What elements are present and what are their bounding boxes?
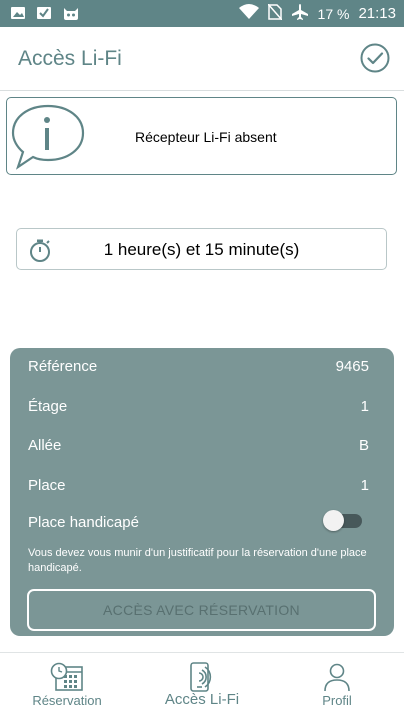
app-notification-icon (36, 5, 52, 26)
duration-box: 1 heure(s) et 15 minute(s) (16, 228, 387, 270)
wifi-icon (238, 4, 259, 23)
handicap-toggle[interactable] (323, 510, 362, 531)
nav-label: Profil (322, 693, 352, 708)
handicap-notice: Vous devez vous munir d'un justificatif … (28, 547, 367, 574)
bottom-navigation: Réservation Accès Li-Fi Profil (0, 652, 404, 715)
nav-label: Réservation (32, 693, 102, 708)
status-bar: 17 % 21:13 (0, 0, 404, 27)
detail-value: 1 (360, 398, 369, 415)
handicap-label: Place handicapé (28, 514, 139, 531)
image-notification-icon (10, 5, 26, 26)
access-with-reservation-button[interactable]: ACCÈS AVEC RÉSERVATION (27, 589, 376, 631)
detail-label: Étage (28, 398, 68, 415)
detail-value: 9465 (335, 358, 369, 375)
nav-item-profile[interactable]: Profil (270, 653, 404, 715)
duration-text: 1 heure(s) et 15 minute(s) (103, 240, 300, 259)
clock: 21:13 (358, 5, 396, 22)
battery-level: 17 % (317, 5, 350, 22)
detail-label: Allée (28, 437, 62, 454)
airplane-mode-icon (291, 4, 309, 23)
detail-label: Place (28, 477, 66, 494)
cat-notification-icon (62, 5, 80, 26)
toggle-knob (323, 510, 344, 531)
detail-value: B (358, 437, 369, 454)
nav-label: Accès Li-Fi (164, 691, 240, 708)
page-title: Accès Li-Fi (18, 47, 122, 70)
detail-label: Référence (28, 358, 98, 375)
reservation-details-panel: Référence 9465 Étage 1 Allée B Place 1 P… (10, 348, 394, 636)
no-sim-icon (266, 3, 283, 23)
nav-item-lifi-access[interactable]: Accès Li-Fi (135, 653, 269, 715)
system-status: 17 % 21:13 (238, 3, 396, 23)
user-icon (323, 662, 351, 697)
notification-icons (10, 5, 80, 26)
detail-row-aisle: Allée B (28, 437, 369, 459)
detail-value: 1 (360, 477, 369, 494)
check-circle-icon[interactable] (359, 42, 391, 79)
app-bar: Accès Li-Fi (0, 27, 404, 91)
receiver-status-message: Récepteur Li-Fi absent (135, 129, 277, 145)
detail-row-spot: Place 1 (28, 477, 369, 499)
lifi-receiver-card: Récepteur Li-Fi absent (6, 97, 397, 175)
info-bubble-icon (10, 103, 86, 176)
handicap-row: Place handicapé (28, 514, 369, 536)
detail-row-floor: Étage 1 (28, 398, 369, 420)
detail-row-reference: Référence 9465 (28, 358, 369, 380)
calendar-clock-icon (50, 662, 84, 697)
nav-item-reservation[interactable]: Réservation (0, 653, 134, 715)
